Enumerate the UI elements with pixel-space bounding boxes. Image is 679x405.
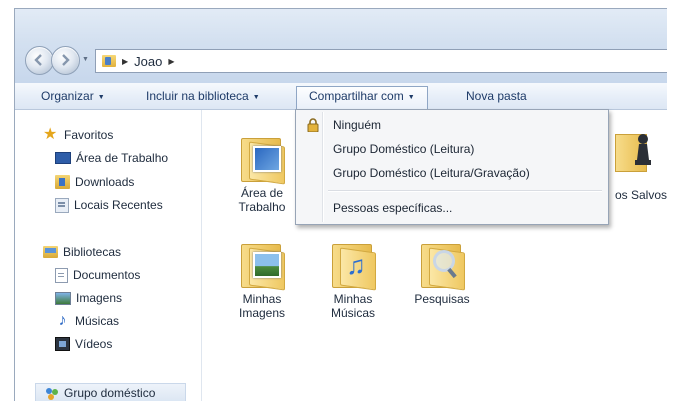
- nav-item-music[interactable]: ♪ Músicas: [55, 312, 120, 330]
- nav-libraries[interactable]: Bibliotecas: [43, 243, 121, 261]
- folder-my-music[interactable]: ♫ Minhas Músicas: [313, 240, 393, 320]
- back-button[interactable]: [25, 46, 54, 75]
- command-bar: Organizar ▼ Incluir na biblioteca ▼ Compar…: [15, 83, 667, 110]
- document-icon: [55, 267, 68, 283]
- forward-button[interactable]: [51, 46, 80, 75]
- images-icon: [55, 291, 71, 305]
- navigation-pane: ★ Favoritos Área de Trabalho Downloads L…: [15, 110, 202, 401]
- libraries-title: Bibliotecas: [63, 245, 122, 259]
- desktop-icon: [55, 152, 71, 164]
- include-library-label: Incluir na biblioteca: [146, 89, 249, 103]
- libraries-icon: [43, 246, 58, 258]
- organize-label: Organizar: [41, 89, 94, 103]
- star-icon: ★: [43, 126, 58, 143]
- new-folder-button[interactable]: Nova pasta: [460, 87, 533, 105]
- back-icon: [34, 54, 42, 66]
- chevron-right-icon[interactable]: ▶: [168, 57, 174, 66]
- address-bar[interactable]: ▶ Joao ▶: [95, 49, 667, 73]
- folder-label[interactable]: os Salvos: [615, 188, 667, 202]
- new-folder-label: Nova pasta: [466, 89, 527, 103]
- nav-item-downloads[interactable]: Downloads: [55, 173, 134, 191]
- folder-my-pictures[interactable]: Minhas Imagens: [222, 240, 302, 320]
- folder-label: Trabalho: [238, 200, 286, 214]
- music-note-icon: ♫: [346, 250, 366, 280]
- folder-label: Pesquisas: [414, 292, 470, 306]
- nav-item-desktop[interactable]: Área de Trabalho: [55, 149, 168, 167]
- menu-item-homegroup-read[interactable]: Grupo Doméstico (Leitura): [299, 139, 605, 159]
- downloads-icon: [55, 175, 70, 189]
- nav-item-label: Downloads: [75, 175, 135, 189]
- folder-icon: [239, 134, 285, 185]
- favorites-title: Favoritos: [64, 128, 114, 142]
- nav-homegroup[interactable]: Grupo doméstico: [35, 383, 187, 401]
- chevron-down-icon: ▼: [252, 94, 260, 101]
- nav-item-label: Área de Trabalho: [76, 151, 169, 165]
- breadcrumb-joao[interactable]: Joao: [134, 54, 162, 69]
- nav-item-videos[interactable]: Vídeos: [55, 335, 112, 353]
- nav-favorites[interactable]: ★ Favoritos: [43, 126, 113, 144]
- menu-separator: [328, 190, 602, 192]
- nav-item-label: Locais Recentes: [74, 198, 163, 212]
- share-with-label: Compartilhar com: [309, 89, 404, 103]
- lock-icon: [307, 118, 319, 132]
- include-library-button[interactable]: Incluir na biblioteca ▼: [140, 87, 266, 105]
- share-with-menu: Ninguém Grupo Doméstico (Leitura) Grupo …: [295, 109, 609, 225]
- folder-icon: [102, 55, 116, 67]
- menu-item-label: Grupo Doméstico (Leitura): [333, 142, 475, 156]
- title-bar: ▼ ▶ Joao ▶: [15, 9, 667, 83]
- chevron-right-icon[interactable]: ▶: [122, 57, 128, 66]
- menu-item-specific-people[interactable]: Pessoas específicas...: [299, 198, 605, 218]
- nav-item-label: Músicas: [75, 314, 120, 328]
- menu-item-label: Ninguém: [333, 118, 382, 132]
- menu-item-label: Pessoas específicas...: [333, 201, 453, 215]
- folder-label: Minhas: [242, 292, 282, 306]
- nav-item-recent-places[interactable]: Locais Recentes: [55, 196, 163, 214]
- folder-label: Minhas: [333, 292, 373, 306]
- folder-label: Imagens: [238, 306, 286, 320]
- chevron-down-icon: ▼: [407, 94, 415, 101]
- saved-games-icon[interactable]: [615, 132, 653, 172]
- homegroup-icon: [46, 388, 58, 400]
- share-with-button[interactable]: Compartilhar com ▼: [296, 86, 428, 110]
- nav-item-images[interactable]: Imagens: [55, 289, 122, 307]
- folder-searches[interactable]: Pesquisas: [402, 240, 482, 306]
- folder-label: Área de: [240, 186, 284, 200]
- folder-icon: [239, 240, 285, 291]
- folder-icon: [419, 240, 465, 291]
- recent-places-icon: [55, 197, 69, 213]
- nav-item-label: Imagens: [76, 291, 123, 305]
- menu-item-homegroup-readwrite[interactable]: Grupo Doméstico (Leitura/Gravação): [299, 163, 605, 183]
- menu-item-label: Grupo Doméstico (Leitura/Gravação): [333, 166, 530, 180]
- folder-label: Músicas: [330, 306, 375, 320]
- folder-desktop[interactable]: Área de Trabalho: [222, 134, 302, 214]
- chevron-down-icon: ▼: [97, 94, 105, 101]
- forward-icon: [62, 54, 70, 66]
- organize-button[interactable]: Organizar ▼: [35, 87, 111, 105]
- nav-item-documents[interactable]: Documentos: [55, 266, 140, 284]
- folder-icon: ♫: [330, 240, 376, 291]
- nav-item-label: Documentos: [73, 268, 141, 282]
- homegroup-label: Grupo doméstico: [64, 386, 156, 400]
- nav-item-label: Vídeos: [75, 337, 113, 351]
- menu-item-nobody[interactable]: Ninguém: [299, 115, 605, 135]
- music-note-icon: ♪: [58, 312, 67, 329]
- video-icon: [55, 337, 70, 351]
- recent-pages-arrow-icon[interactable]: ▼: [82, 56, 89, 63]
